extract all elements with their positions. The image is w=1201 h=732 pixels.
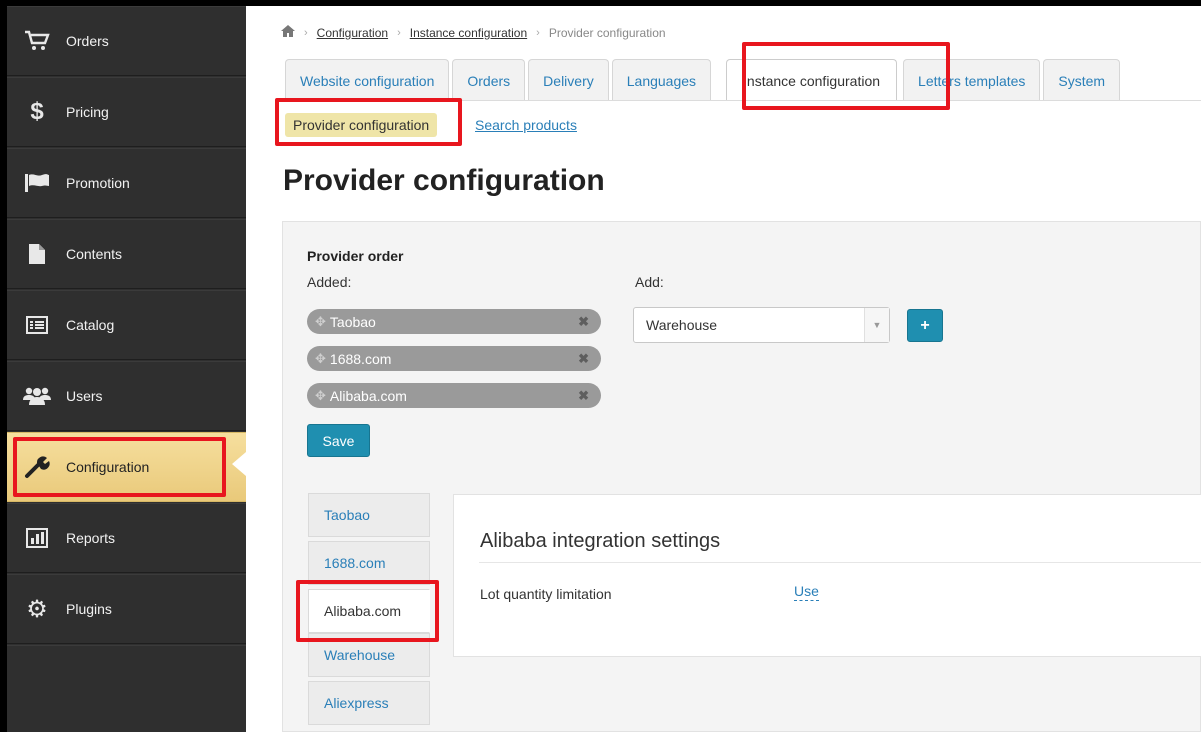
provider-chip-label: Alibaba.com [329,387,407,404]
sidebar-item-label: Pricing [66,104,109,120]
add-provider-button[interactable]: + [907,309,943,342]
provider-order-heading: Provider order [307,248,404,264]
tab-orders[interactable]: Orders [452,59,526,101]
sidebar-item-plugins[interactable]: ⚙ Plugins [7,574,246,644]
provider-chip-1688[interactable]: ✥ 1688.com ✖ [307,346,601,371]
drag-handle-icon[interactable]: ✥ [315,351,326,367]
provider-tab-aliexpress[interactable]: Aliexpress [308,681,430,725]
breadcrumb-instance-configuration-link[interactable]: Instance configuration [410,26,527,40]
home-icon[interactable] [281,25,295,40]
sidebar-item-label: Reports [66,530,116,546]
page-title: Provider configuration [283,164,605,197]
remove-icon[interactable]: ✖ [578,388,589,404]
tab-languages[interactable]: Languages [611,59,712,101]
active-item-pointer [232,452,246,476]
provider-tab-1688[interactable]: 1688.com [308,541,430,585]
sidebar-empty-area [7,645,246,732]
settings-title: Alibaba integration settings [480,530,721,552]
main-tabs: Website configuration Orders Delivery La… [285,59,1121,101]
tabs-divider [280,100,1201,101]
breadcrumb-configuration-link[interactable]: Configuration [317,26,388,40]
sidebar-item-contents[interactable]: Contents [7,219,246,289]
tab-delivery[interactable]: Delivery [528,59,609,101]
remove-icon[interactable]: ✖ [578,351,589,367]
remove-icon[interactable]: ✖ [578,314,589,330]
provider-tab-taobao[interactable]: Taobao [308,493,430,537]
tab-instance-configuration[interactable]: Instance configuration [726,59,898,101]
sidebar-item-label: Configuration [66,459,150,475]
sidebar-item-label: Contents [66,246,123,262]
sidebar-item-catalog[interactable]: Catalog [7,290,246,360]
breadcrumb-separator: › [304,26,308,39]
sidebar-item-reports[interactable]: Reports [7,503,246,573]
select-value: Warehouse [646,317,718,333]
sidebar-item-users[interactable]: Users [7,361,246,431]
added-label: Added: [307,274,352,290]
drag-handle-icon[interactable]: ✥ [315,388,326,404]
add-provider-select[interactable]: Warehouse ▼ [633,307,890,343]
integration-settings-box [453,494,1201,657]
breadcrumb-separator: › [397,26,401,39]
add-label: Add: [635,274,664,290]
subnav-search-products-link[interactable]: Search products [475,117,577,133]
dollar-icon: $ [30,98,44,125]
gear-icon: ⚙ [26,595,48,623]
sidebar: Orders $ Pricing Promotion Contents Cata… [7,6,246,732]
bar-chart-icon [23,526,51,550]
sidebar-item-pricing[interactable]: $ Pricing [7,77,246,147]
setting-value-link[interactable]: Use [794,583,819,601]
chevron-down-icon[interactable]: ▼ [864,308,889,342]
provider-chip-alibaba[interactable]: ✥ Alibaba.com ✖ [307,383,601,408]
users-icon [23,384,51,408]
sidebar-item-orders[interactable]: Orders [7,6,246,76]
frame-left-border [0,0,7,732]
provider-tab-alibaba[interactable]: Alibaba.com [308,589,430,633]
wrench-icon [23,455,51,479]
sidebar-item-label: Plugins [66,601,112,617]
breadcrumb: › Configuration › Instance configuration… [281,25,666,40]
frame-top-border [0,0,1201,6]
setting-label: Lot quantity limitation [480,586,612,602]
cart-icon [23,29,51,53]
provider-tabs: Taobao 1688.com Alibaba.com Warehouse Al… [308,493,430,732]
provider-chip-label: 1688.com [329,350,392,367]
tab-website-configuration[interactable]: Website configuration [285,59,450,101]
breadcrumb-current: Provider configuration [548,25,666,40]
flag-icon [23,171,51,195]
drag-handle-icon[interactable]: ✥ [315,314,326,330]
sidebar-item-label: Users [66,388,103,404]
document-icon [23,242,51,266]
provider-tab-warehouse[interactable]: Warehouse [308,633,430,677]
tab-letters-templates[interactable]: Letters templates [903,59,1041,101]
tab-system[interactable]: System [1043,59,1121,101]
subnav-provider-configuration[interactable]: Provider configuration [285,113,438,137]
provider-chip-label: Taobao [329,313,376,330]
sidebar-item-configuration[interactable]: Configuration [7,432,246,502]
save-button[interactable]: Save [307,424,370,457]
sidebar-item-promotion[interactable]: Promotion [7,148,246,218]
list-icon [23,313,51,337]
settings-divider [479,562,1201,563]
provider-chip-taobao[interactable]: ✥ Taobao ✖ [307,309,601,334]
breadcrumb-separator: › [536,26,540,39]
sidebar-item-label: Catalog [66,317,115,333]
sidebar-item-label: Promotion [66,175,130,191]
sidebar-item-label: Orders [66,33,109,49]
